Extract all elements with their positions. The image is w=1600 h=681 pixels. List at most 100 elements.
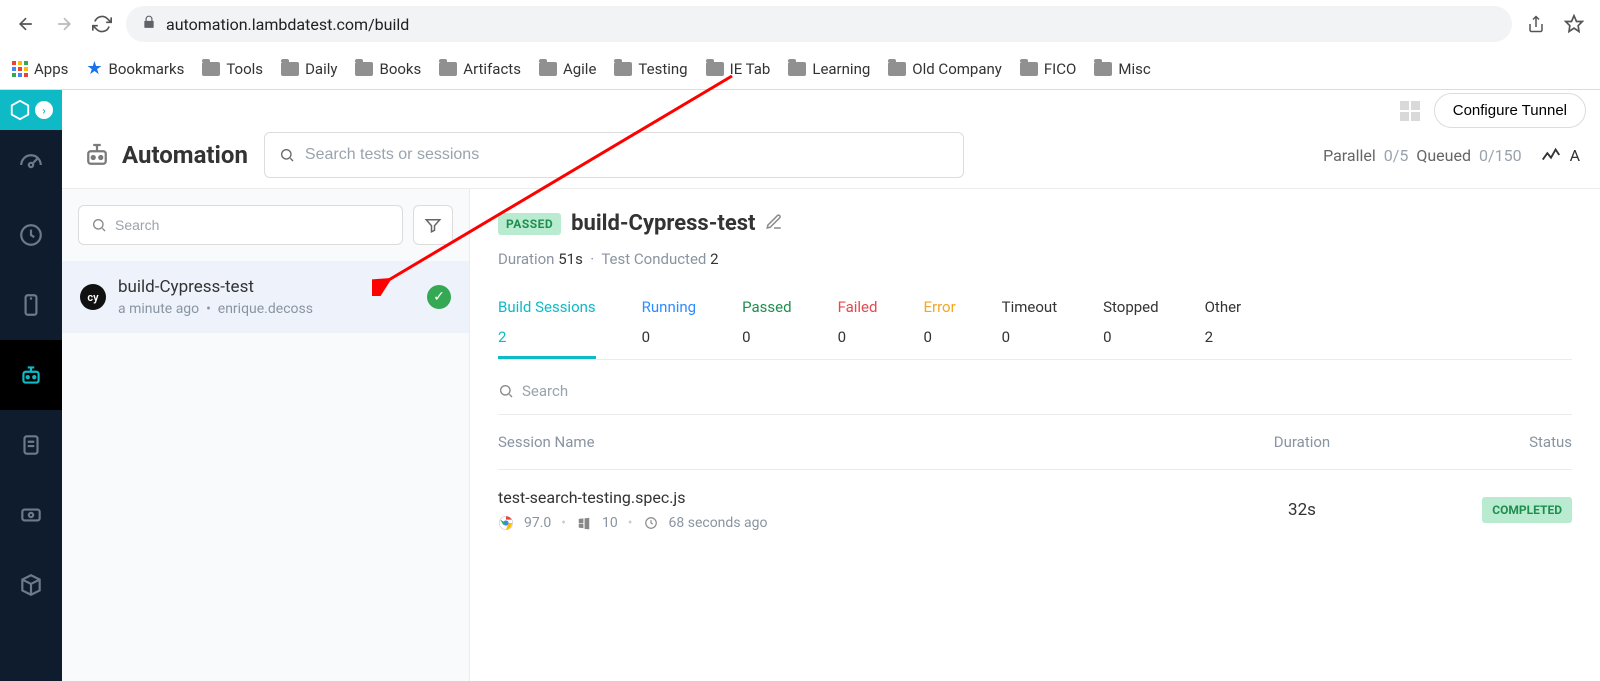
windows-icon	[576, 515, 592, 531]
filter-button[interactable]	[413, 205, 453, 245]
folder-icon	[706, 62, 724, 76]
bookmarks-shortcut[interactable]: ★ Bookmarks	[86, 58, 184, 79]
build-list-item[interactable]: cy build-Cypress-test a minute ago • enr…	[62, 261, 469, 333]
reload-icon	[92, 14, 112, 34]
session-row[interactable]: test-search-testing.spec.js 97.0 • 10 • …	[498, 470, 1572, 549]
search-icon	[279, 147, 295, 163]
edit-title-button[interactable]	[765, 213, 783, 234]
tab-passed[interactable]: Passed0	[742, 288, 791, 359]
expand-rail-button[interactable]: ›	[35, 101, 53, 119]
address-bar[interactable]: automation.lambdatest.com/build	[126, 6, 1512, 42]
left-nav-rail: ›	[0, 90, 62, 681]
tab-running[interactable]: Running0	[642, 288, 696, 359]
bookmark-folder-fico[interactable]: FICO	[1020, 60, 1076, 78]
bookmark-folder-learning[interactable]: Learning	[788, 60, 870, 78]
tab-error[interactable]: Error0	[923, 288, 955, 359]
tab-other[interactable]: Other2	[1205, 288, 1242, 359]
lock-icon	[142, 15, 156, 33]
nav-device[interactable]	[0, 270, 62, 340]
automation-robot-icon	[82, 140, 112, 170]
folder-icon	[539, 62, 557, 76]
back-button[interactable]	[12, 10, 40, 38]
folder-icon	[1094, 62, 1112, 76]
session-meta: 97.0 • 10 • 68 seconds ago	[498, 515, 1192, 531]
session-tabs: Build Sessions2 Running0 Passed0 Failed0…	[498, 288, 1572, 360]
eye-icon	[18, 502, 44, 528]
clock-icon	[643, 515, 659, 531]
bookmark-folder-books[interactable]: Books	[355, 60, 421, 78]
bookmark-folder-agile[interactable]: Agile	[539, 60, 596, 78]
status-check-icon: ✓	[427, 285, 451, 309]
nav-dashboard[interactable]	[0, 130, 62, 200]
col-duration: Duration	[1192, 433, 1412, 451]
nav-logs[interactable]	[0, 410, 62, 480]
bookmarks-label: Bookmarks	[109, 60, 185, 78]
search-tests-input[interactable]	[305, 146, 949, 164]
analytics-label: A	[1570, 146, 1580, 165]
apps-shortcut[interactable]: Apps	[12, 60, 68, 78]
robot-icon	[18, 362, 44, 388]
session-duration: 32s	[1192, 500, 1412, 520]
page-header: Automation Parallel 0/5 Queued 0/150 A	[62, 132, 1600, 188]
bookmark-folder-artifacts[interactable]: Artifacts	[439, 60, 521, 78]
bookmark-folder-daily[interactable]: Daily	[281, 60, 337, 78]
top-strip: Configure Tunnel	[62, 90, 1600, 132]
builds-search-input[interactable]	[115, 217, 390, 233]
view-grid-icon[interactable]	[1400, 101, 1420, 121]
bookmark-folder-ietab[interactable]: IE Tab	[706, 60, 771, 78]
bookmark-star-button[interactable]	[1560, 10, 1588, 38]
builds-search-box[interactable]	[78, 205, 403, 245]
bookmark-folder-testing[interactable]: Testing	[614, 60, 687, 78]
box-icon	[18, 572, 44, 598]
folder-icon	[355, 62, 373, 76]
clipboard-icon	[18, 432, 44, 458]
folder-icon	[888, 62, 906, 76]
nav-integrations[interactable]	[0, 550, 62, 620]
bookmark-folder-tools[interactable]: Tools	[202, 60, 263, 78]
cypress-badge-icon: cy	[80, 284, 106, 310]
analytics-icon[interactable]	[1540, 144, 1562, 166]
star-icon: ★	[86, 58, 102, 79]
pencil-icon	[765, 213, 783, 231]
share-icon	[1527, 15, 1545, 33]
brand-logo[interactable]: ›	[0, 90, 62, 130]
parallel-stat: Parallel 0/5 Queued 0/150 A	[1323, 144, 1580, 166]
bookmark-folder-misc[interactable]: Misc	[1094, 60, 1150, 78]
clock-icon	[18, 222, 44, 248]
build-name: build-Cypress-test	[118, 277, 313, 297]
apps-label: Apps	[34, 60, 68, 78]
tab-timeout[interactable]: Timeout0	[1002, 288, 1057, 359]
search-tests-box[interactable]	[264, 132, 964, 178]
arrow-right-icon	[54, 14, 74, 34]
session-search-placeholder: Search	[522, 382, 568, 400]
folder-icon	[788, 62, 806, 76]
page-title: Automation	[122, 141, 248, 169]
nav-visual[interactable]	[0, 480, 62, 550]
star-icon	[1564, 14, 1584, 34]
tab-build-sessions[interactable]: Build Sessions2	[498, 288, 596, 359]
gauge-icon	[18, 152, 44, 178]
col-session-name: Session Name	[498, 433, 1192, 451]
builds-sidebar: cy build-Cypress-test a minute ago • enr…	[62, 189, 470, 681]
folder-icon	[281, 62, 299, 76]
share-button[interactable]	[1522, 10, 1550, 38]
folder-icon	[202, 62, 220, 76]
build-meta: a minute ago • enrique.decoss	[118, 301, 313, 317]
bookmark-folder-oldcompany[interactable]: Old Company	[888, 60, 1002, 78]
build-status-badge: PASSED	[498, 213, 561, 235]
nav-automation[interactable]	[0, 340, 62, 410]
session-status-badge: COMPLETED	[1482, 497, 1572, 523]
tab-failed[interactable]: Failed0	[838, 288, 878, 359]
nav-realtime[interactable]	[0, 200, 62, 270]
arrow-left-icon	[16, 14, 36, 34]
tab-stopped[interactable]: Stopped0	[1103, 288, 1158, 359]
funnel-icon	[424, 216, 442, 234]
browser-top-bar: automation.lambdatest.com/build	[0, 0, 1600, 48]
reload-button[interactable]	[88, 10, 116, 38]
configure-tunnel-button[interactable]: Configure Tunnel	[1434, 93, 1586, 128]
session-search-row[interactable]: Search	[498, 374, 1572, 415]
apps-icon	[12, 61, 28, 77]
forward-button[interactable]	[50, 10, 78, 38]
chrome-icon	[498, 515, 514, 531]
device-icon	[18, 292, 44, 318]
